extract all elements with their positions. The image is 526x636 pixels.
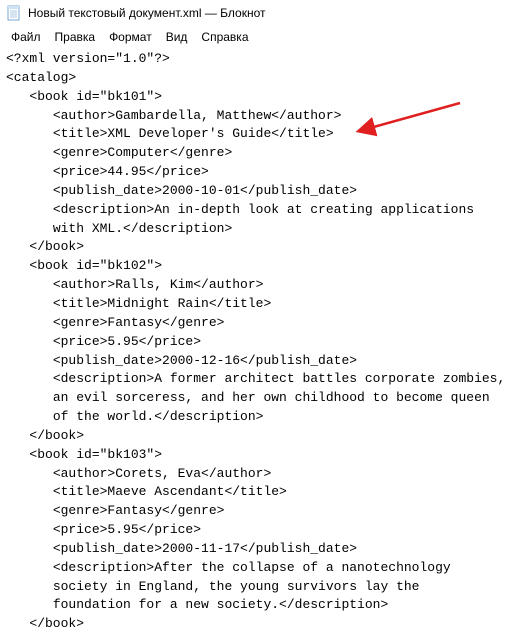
menu-view[interactable]: Вид	[159, 28, 195, 46]
menubar: Файл Правка Формат Вид Справка	[0, 26, 526, 48]
text-editor[interactable]: <?xml version="1.0"?> <catalog> <book id…	[0, 48, 526, 636]
window-titlebar: Новый текстовый документ.xml — Блокнот	[0, 0, 526, 26]
menu-format[interactable]: Формат	[102, 28, 159, 46]
window-title: Новый текстовый документ.xml — Блокнот	[28, 6, 266, 20]
notepad-icon	[6, 5, 22, 21]
menu-edit[interactable]: Правка	[48, 28, 103, 46]
menu-file[interactable]: Файл	[4, 28, 48, 46]
menu-help[interactable]: Справка	[194, 28, 255, 46]
